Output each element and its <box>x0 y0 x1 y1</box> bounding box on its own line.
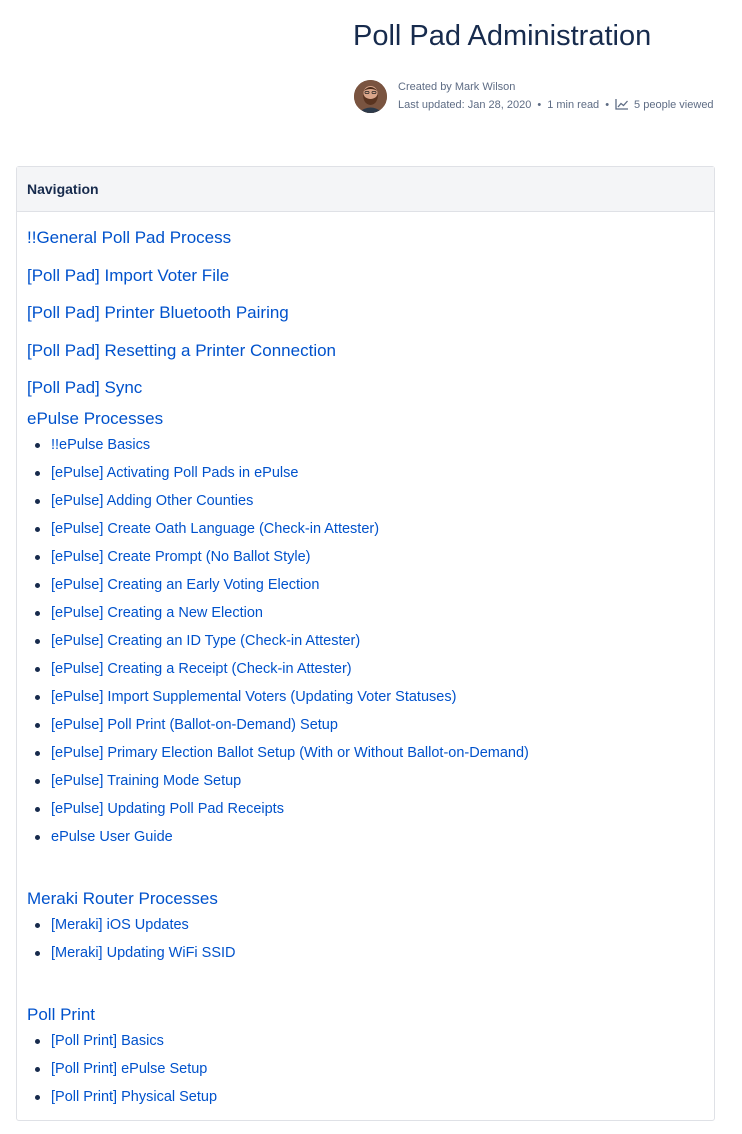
meraki-list: [Meraki] iOS Updates [Meraki] Updating W… <box>27 911 704 967</box>
read-time: 1 min read <box>547 99 600 111</box>
list-item: [ePulse] Creating an ID Type (Check-in A… <box>35 627 704 655</box>
list-item: [ePulse] Primary Election Ballot Setup (… <box>35 739 704 767</box>
epulse-link[interactable]: [ePulse] Creating an ID Type (Check-in A… <box>51 633 360 649</box>
epulse-link[interactable]: [ePulse] Poll Print (Ballot-on-Demand) S… <box>51 717 338 733</box>
epulse-link[interactable]: [ePulse] Creating a New Election <box>51 605 263 621</box>
epulse-link[interactable]: [ePulse] Primary Election Ballot Setup (… <box>51 745 529 761</box>
epulse-link[interactable]: ePulse User Guide <box>51 829 173 845</box>
section-title-poll-print[interactable]: Poll Print <box>27 1003 704 1027</box>
list-item: [Poll Print] ePulse Setup <box>35 1055 704 1083</box>
list-item: [ePulse] Training Mode Setup <box>35 767 704 795</box>
panel-title: Navigation <box>17 167 714 212</box>
epulse-link[interactable]: [ePulse] Creating an Early Voting Electi… <box>51 577 319 593</box>
avatar[interactable] <box>354 80 387 113</box>
created-by: Created by Mark Wilson <box>398 81 516 93</box>
list-item: [ePulse] Activating Poll Pads in ePulse <box>35 459 704 487</box>
line-chart-icon <box>615 98 629 116</box>
epulse-link[interactable]: [ePulse] Creating a Receipt (Check-in At… <box>51 661 352 677</box>
list-item: [Poll Print] Physical Setup <box>35 1083 704 1111</box>
list-item: [ePulse] Creating a Receipt (Check-in At… <box>35 655 704 683</box>
epulse-link[interactable]: [ePulse] Adding Other Counties <box>51 493 253 509</box>
epulse-list: !!ePulse Basics [ePulse] Activating Poll… <box>27 431 704 851</box>
list-item: [ePulse] Creating an Early Voting Electi… <box>35 571 704 599</box>
nav-link[interactable]: [Poll Pad] Sync <box>27 369 704 407</box>
nav-link[interactable]: [Poll Pad] Import Voter File <box>27 257 704 295</box>
epulse-link[interactable]: [ePulse] Import Supplemental Voters (Upd… <box>51 689 456 705</box>
list-item: [ePulse] Import Supplemental Voters (Upd… <box>35 683 704 711</box>
navigation-body: !!General Poll Pad Process [Poll Pad] Im… <box>17 219 714 1111</box>
list-item: [ePulse] Create Oath Language (Check-in … <box>35 515 704 543</box>
epulse-link[interactable]: [ePulse] Training Mode Setup <box>51 773 241 789</box>
poll-print-link[interactable]: [Poll Print] ePulse Setup <box>51 1061 207 1077</box>
poll-print-link[interactable]: [Poll Print] Physical Setup <box>51 1089 217 1105</box>
nav-link[interactable]: !!General Poll Pad Process <box>27 219 704 257</box>
list-item: [Meraki] Updating WiFi SSID <box>35 939 704 967</box>
list-item: [ePulse] Create Prompt (No Ballot Style) <box>35 543 704 571</box>
epulse-link[interactable]: [ePulse] Activating Poll Pads in ePulse <box>51 465 298 481</box>
list-item: [ePulse] Creating a New Election <box>35 599 704 627</box>
list-item: !!ePulse Basics <box>35 431 704 459</box>
list-item: [ePulse] Poll Print (Ballot-on-Demand) S… <box>35 711 704 739</box>
poll-print-list: [Poll Print] Basics [Poll Print] ePulse … <box>27 1027 704 1111</box>
poll-print-link[interactable]: [Poll Print] Basics <box>51 1033 164 1049</box>
list-item: ePulse User Guide <box>35 823 704 851</box>
epulse-link[interactable]: !!ePulse Basics <box>51 437 150 453</box>
list-item: [Meraki] iOS Updates <box>35 911 704 939</box>
page-title: Poll Pad Administration <box>353 20 652 52</box>
section-title-epulse[interactable]: ePulse Processes <box>27 407 704 431</box>
page-metadata: Created by Mark Wilson Last updated: Jan… <box>398 78 714 114</box>
list-item: [ePulse] Updating Poll Pad Receipts <box>35 795 704 823</box>
list-item: [ePulse] Adding Other Counties <box>35 487 704 515</box>
epulse-link[interactable]: [ePulse] Create Oath Language (Check-in … <box>51 521 379 537</box>
last-updated[interactable]: Last updated: Jan 28, 2020 <box>398 99 531 111</box>
separator-dot: • <box>537 99 542 111</box>
page-views[interactable]: 5 people viewed <box>615 99 714 111</box>
epulse-link[interactable]: [ePulse] Create Prompt (No Ballot Style) <box>51 549 311 565</box>
list-item: [Poll Print] Basics <box>35 1027 704 1055</box>
meraki-link[interactable]: [Meraki] iOS Updates <box>51 917 189 933</box>
navigation-panel: Navigation !!General Poll Pad Process [P… <box>16 166 715 1121</box>
section-title-meraki[interactable]: Meraki Router Processes <box>27 887 704 911</box>
nav-link[interactable]: [Poll Pad] Resetting a Printer Connectio… <box>27 332 704 370</box>
nav-link[interactable]: [Poll Pad] Printer Bluetooth Pairing <box>27 294 704 332</box>
epulse-link[interactable]: [ePulse] Updating Poll Pad Receipts <box>51 801 284 817</box>
separator-dot: • <box>605 99 610 111</box>
views-label: 5 people viewed <box>634 99 714 111</box>
meraki-link[interactable]: [Meraki] Updating WiFi SSID <box>51 945 236 961</box>
